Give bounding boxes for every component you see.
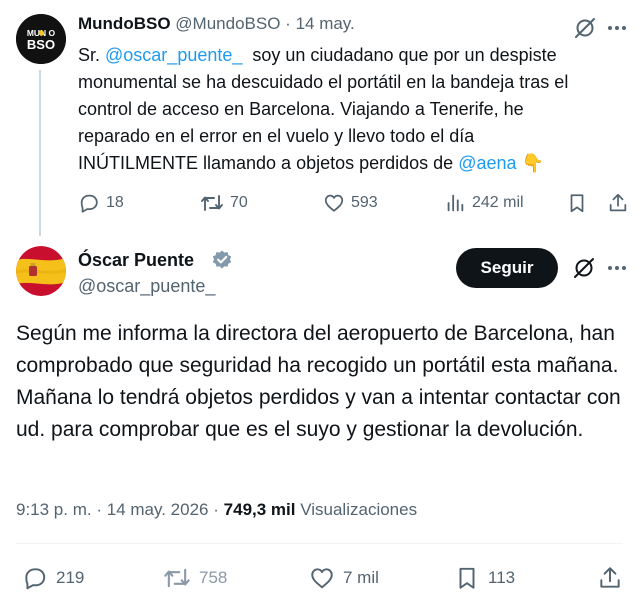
tweet2-reply-button[interactable]: 219 (22, 565, 84, 591)
grok-icon[interactable] (573, 16, 597, 40)
tweet2-author-name-row: Óscar Puente (78, 250, 194, 271)
follow-button[interactable]: Seguir (456, 248, 558, 288)
spain-flag-avatar (16, 246, 66, 296)
views-icon (447, 194, 464, 212)
mundobso-logo: MUN O BSO (16, 14, 66, 64)
tweet1-like-count: 593 (351, 194, 378, 211)
tweet2-bookmark-button[interactable]: 113 (454, 565, 515, 591)
mundobso-avatar[interactable]: MUN O BSO (16, 14, 66, 64)
verified-badge-icon[interactable] (211, 249, 233, 271)
tweet1-bookmark-button[interactable] (566, 192, 588, 214)
share-icon (609, 193, 627, 212)
tweet2-sep1: · (96, 500, 103, 519)
tweet2-sep2: · (213, 500, 219, 519)
mention-aena[interactable]: @aena (458, 153, 516, 173)
tweet2-views-count: 749,3 mil (223, 500, 296, 519)
tweet1-share-button[interactable] (607, 192, 629, 214)
tweet2-reply-count: 219 (56, 568, 85, 587)
tweet2-like-count: 7 mil (343, 568, 379, 587)
tweet1-repost-button[interactable]: 70 (200, 192, 248, 214)
tweet1-text: Sr. @oscar_puente_ soy un ciudadano que … (78, 42, 598, 177)
tweet2-like-button[interactable]: 7 mil (309, 565, 379, 591)
tweet2-author-handle[interactable]: @oscar_puente_ (78, 276, 215, 297)
tweet2-date[interactable]: 14 may. 2026 (107, 500, 209, 519)
tweet1-repost-count: 70 (230, 194, 248, 211)
tweet1-text-before: Sr. (78, 45, 106, 65)
tweet1-reply-count: 18 (106, 194, 124, 211)
tweet2-time[interactable]: 9:13 p. m. (16, 500, 92, 519)
pointing-down-emoji: 👇 (521, 153, 544, 173)
like-icon (324, 194, 344, 212)
tweet2-action-bar: 219 758 7 mil 113 (22, 565, 627, 591)
tweet1-header: MundoBSO @MundoBSO · 14 may. (78, 14, 355, 34)
repost-icon (201, 195, 223, 211)
svg-text:BSO: BSO (27, 37, 55, 52)
bookmark-icon (459, 567, 475, 589)
divider (16, 543, 623, 544)
like-icon (311, 568, 333, 589)
tweet2-views-label[interactable]: Visualizaciones (300, 500, 417, 519)
share-icon (600, 567, 620, 588)
grok-icon[interactable] (572, 256, 596, 280)
tweet1-views-button[interactable]: 242 mil (444, 192, 524, 214)
tweet1-reply-button[interactable]: 18 (78, 192, 124, 214)
tweet2-meta: 9:13 p. m. · 14 may. 2026 · 749,3 mil Vi… (16, 500, 417, 520)
tweet2-body: Según me informa la directora del aeropu… (16, 322, 621, 441)
thread-line (39, 70, 41, 236)
tweet2-bookmark-count: 113 (488, 568, 516, 587)
tweet1-date[interactable]: 14 may. (296, 14, 355, 33)
mention-oscar-puente[interactable]: @oscar_puente_ (105, 45, 242, 65)
tweet1-like-button[interactable]: 593 (323, 192, 378, 214)
tweet2-share-button[interactable] (597, 565, 623, 591)
tweet2-repost-count: 758 (199, 568, 228, 587)
bookmark-icon (570, 194, 584, 213)
tweet2-repost-button[interactable]: 758 (163, 565, 227, 591)
tweet1-author-handle[interactable]: @MundoBSO (175, 14, 280, 33)
tweet1-author-name[interactable]: MundoBSO (78, 14, 171, 33)
tweet1-view-count: 242 mil (472, 194, 524, 211)
more-icon[interactable] (606, 257, 628, 279)
oscar-puente-avatar[interactable] (16, 246, 66, 296)
reply-icon (80, 194, 98, 213)
tweet2-author-name[interactable]: Óscar Puente (78, 250, 194, 270)
more-icon[interactable] (606, 17, 628, 39)
reply-icon (25, 568, 46, 590)
tweet1-separator: · (285, 14, 291, 33)
tweet1-action-bar: 18 70 593 242 mil (78, 192, 628, 216)
repost-icon (164, 568, 190, 588)
